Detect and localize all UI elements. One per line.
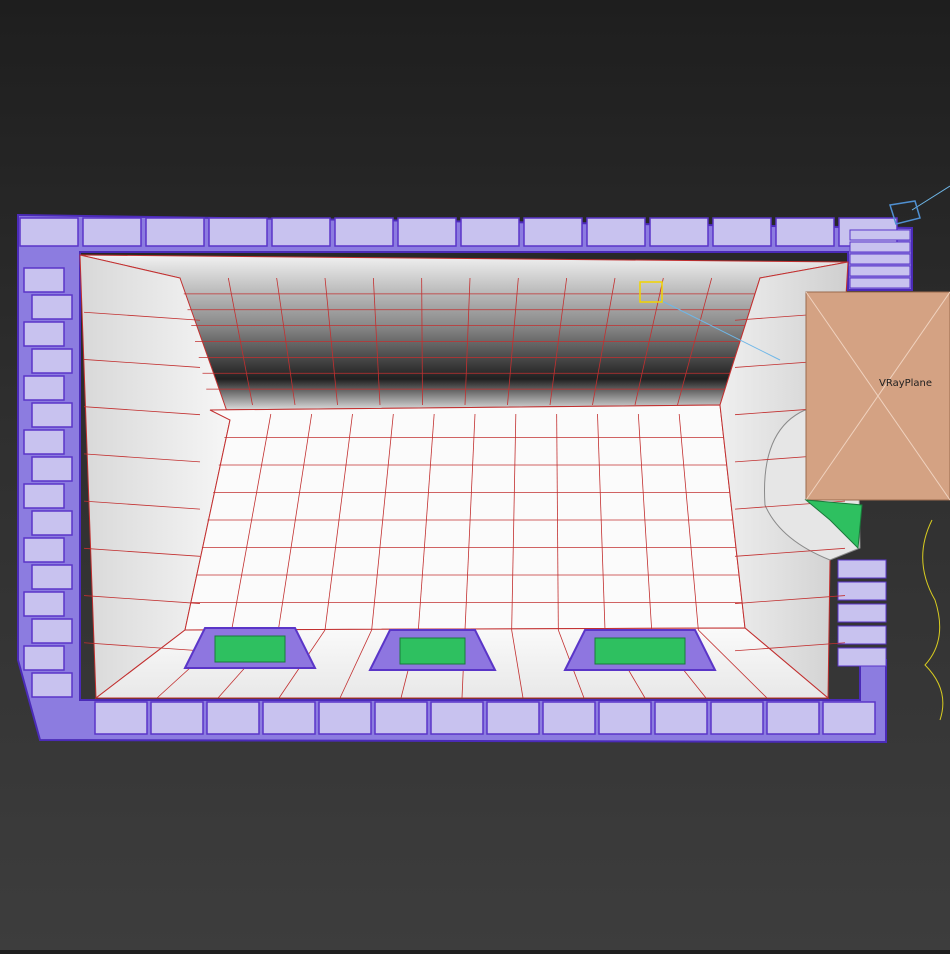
frame-brick [31, 672, 73, 698]
light-link-line [922, 519, 944, 721]
frame-brick [31, 294, 73, 320]
frame-brick [374, 701, 428, 735]
frame-brick [31, 348, 73, 374]
frame-brick [31, 456, 73, 482]
frame-brick [598, 701, 652, 735]
frame-brick [542, 701, 596, 735]
frame-brick [766, 701, 820, 735]
camera-icon[interactable] [889, 200, 921, 225]
frame-brick [150, 701, 204, 735]
window-glass [399, 637, 466, 665]
frame-brick [460, 217, 520, 247]
frame-brick [23, 267, 65, 293]
frame-brick [206, 701, 260, 735]
frame-brick [649, 217, 709, 247]
window-frame[interactable] [183, 627, 317, 669]
frame-brick [82, 217, 142, 247]
scene-canvas[interactable] [0, 0, 950, 950]
frame-brick [430, 701, 484, 735]
frame-brick [710, 701, 764, 735]
frame-brick [397, 217, 457, 247]
frame-brick [23, 645, 65, 671]
back-wall-surface[interactable] [184, 404, 746, 631]
frame-brick [654, 701, 708, 735]
frame-brick [849, 277, 911, 289]
frame-brick [523, 217, 583, 247]
frame-brick [849, 253, 911, 265]
vray-plane-object[interactable] [804, 291, 950, 550]
frame-brick [208, 217, 268, 247]
window-group[interactable] [183, 627, 717, 671]
frame-brick [775, 217, 835, 247]
window-frame[interactable] [368, 629, 497, 671]
camera-line [911, 185, 950, 211]
frame-brick [23, 429, 65, 455]
frame-brick [837, 559, 887, 579]
perspective-viewport[interactable]: VRayPlane [0, 0, 950, 950]
frame-brick [837, 581, 887, 601]
frame-brick [145, 217, 205, 247]
frame-brick [31, 618, 73, 644]
frame-brick [837, 625, 887, 645]
frame-brick [586, 217, 646, 247]
vray-plane-label: VRayPlane [879, 378, 933, 389]
frame-brick [31, 402, 73, 428]
frame-brick [822, 701, 876, 735]
frame-brick [31, 564, 73, 590]
frame-brick [318, 701, 372, 735]
window-frame[interactable] [563, 629, 717, 671]
frame-brick [849, 241, 911, 253]
frame-brick [23, 483, 65, 509]
frame-brick [486, 701, 540, 735]
frame-brick [271, 217, 331, 247]
frame-brick [849, 229, 911, 241]
frame-brick [849, 265, 911, 277]
frame-brick [19, 217, 79, 247]
frame-brick [23, 591, 65, 617]
frame-brick [23, 537, 65, 563]
frame-brick [837, 603, 887, 623]
frame-brick [712, 217, 772, 247]
frame-brick [334, 217, 394, 247]
frame-brick [837, 647, 887, 667]
window-glass [214, 635, 286, 663]
window-glass [594, 637, 686, 665]
frame-brick [23, 321, 65, 347]
frame-brick [31, 510, 73, 536]
frame-brick [94, 701, 148, 735]
frame-brick [23, 375, 65, 401]
frame-brick [262, 701, 316, 735]
